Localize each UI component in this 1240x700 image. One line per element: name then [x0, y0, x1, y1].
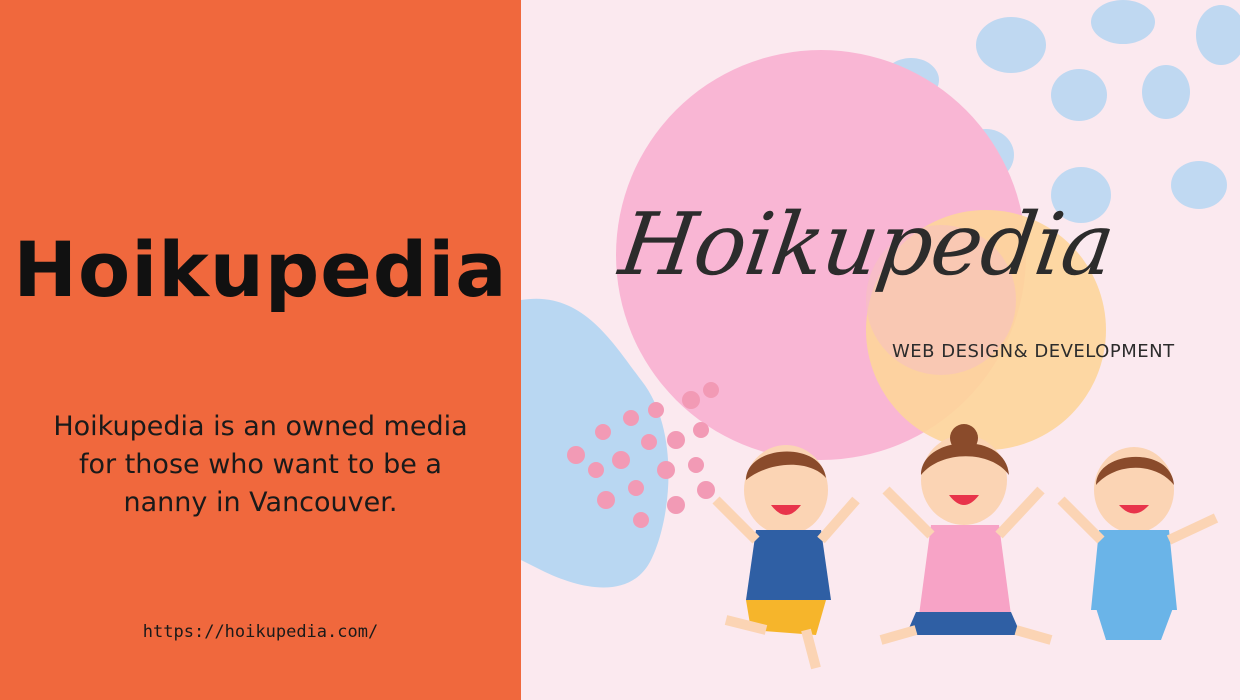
kid-girl-right-illustration — [1057, 447, 1219, 640]
site-title: Hoikupedia — [13, 225, 508, 314]
logo-subtitle: WEB DESIGN& DEVELOPMENT — [892, 341, 1175, 362]
logo-title: Hoikupedia — [613, 195, 1120, 295]
site-description: Hoikupedia is an owned media for those w… — [53, 411, 468, 518]
kid-girl-center-illustration — [879, 424, 1053, 645]
kid-boy-illustration — [712, 445, 860, 670]
site-url[interactable]: https://hoikupedia.com/ — [0, 622, 521, 642]
hero-illustration: Hoikupedia WEB DESIGN& DEVELOPMENT — [521, 0, 1240, 700]
left-panel: Hoikupedia Hoikupedia is an owned media … — [0, 0, 521, 700]
